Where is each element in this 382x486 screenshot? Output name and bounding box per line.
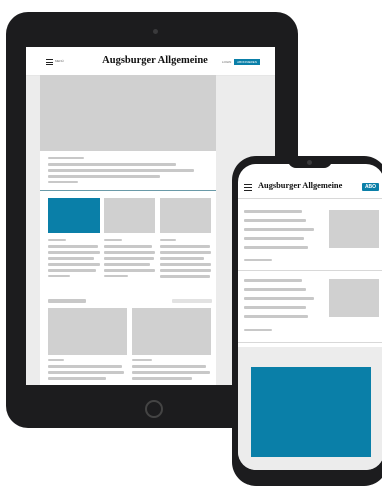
article-text-line[interactable] xyxy=(48,377,106,380)
hamburger-menu-icon[interactable] xyxy=(46,59,53,65)
teaser-meta xyxy=(244,329,272,331)
teaser-text-line[interactable] xyxy=(104,269,155,272)
teaser-text-line[interactable] xyxy=(160,251,211,254)
hero-kicker xyxy=(48,157,84,159)
teaser-divider xyxy=(238,270,382,271)
menu-label[interactable]: MENÜ xyxy=(55,59,64,63)
hero-headline-line[interactable] xyxy=(48,169,194,172)
teaser-meta xyxy=(104,275,128,277)
teaser-text-line[interactable] xyxy=(48,269,96,272)
section-more-link[interactable] xyxy=(172,299,212,303)
teaser-text-line[interactable] xyxy=(48,257,94,260)
site-logo[interactable]: Augsburger Allgemeine xyxy=(258,181,358,190)
teaser-text-line[interactable] xyxy=(104,263,150,266)
teaser-text-line[interactable] xyxy=(48,263,100,266)
teaser-kicker xyxy=(48,239,66,241)
hero-headline-line[interactable] xyxy=(48,175,160,178)
phone-camera xyxy=(307,160,312,165)
teaser-text-line[interactable] xyxy=(104,251,155,254)
subscribe-button[interactable]: ABO xyxy=(362,183,379,191)
teaser-headline-line[interactable] xyxy=(244,306,306,309)
teaser-text-line[interactable] xyxy=(48,245,98,248)
teaser-headline-line[interactable] xyxy=(244,228,314,231)
site-logo[interactable]: Augsburger Allgemeine xyxy=(100,55,210,66)
teaser-text-line[interactable] xyxy=(104,257,154,260)
tablet-main-column xyxy=(40,75,216,385)
teaser-kicker xyxy=(104,239,122,241)
section-title[interactable] xyxy=(48,299,86,303)
article-image-placeholder[interactable] xyxy=(132,308,211,355)
teaser-headline-line[interactable] xyxy=(244,315,308,318)
article-text-line[interactable] xyxy=(132,371,210,374)
tablet-home-button[interactable] xyxy=(145,400,163,418)
teaser-divider xyxy=(238,342,382,343)
header-divider xyxy=(238,198,382,199)
teaser-headline-line[interactable] xyxy=(244,279,302,282)
teaser-text-line[interactable] xyxy=(48,251,100,254)
teaser-meta xyxy=(48,275,70,277)
hamburger-menu-icon[interactable] xyxy=(244,184,252,192)
login-link[interactable]: LOGIN xyxy=(222,60,231,64)
teaser-text-line[interactable] xyxy=(160,269,211,272)
teaser-image-placeholder[interactable] xyxy=(329,279,379,317)
tablet-site-header: MENÜ Augsburger Allgemeine LOGIN ABONNIE… xyxy=(26,47,275,76)
hero-meta xyxy=(48,181,78,183)
article-kicker xyxy=(132,359,152,361)
teaser-image-highlight[interactable] xyxy=(48,198,100,233)
phone-screen: Augsburger Allgemeine ABO xyxy=(238,164,382,470)
teaser-headline-line[interactable] xyxy=(244,246,308,249)
teaser-text-line[interactable] xyxy=(160,263,211,266)
tablet-camera xyxy=(153,29,158,34)
hero-headline-line[interactable] xyxy=(48,163,176,166)
hero-image-placeholder[interactable] xyxy=(40,75,216,151)
article-image-placeholder[interactable] xyxy=(48,308,127,355)
teaser-text-line[interactable] xyxy=(160,275,210,278)
subscribe-button[interactable]: ABONNIEREN xyxy=(234,59,260,65)
article-text-line[interactable] xyxy=(132,365,206,368)
teaser-headline-line[interactable] xyxy=(244,219,306,222)
teaser-image-placeholder[interactable] xyxy=(104,198,155,233)
teaser-meta xyxy=(244,259,272,261)
section-divider xyxy=(40,190,216,191)
article-text-line[interactable] xyxy=(132,377,192,380)
teaser-image-placeholder[interactable] xyxy=(160,198,211,233)
teaser-text-line[interactable] xyxy=(160,245,210,248)
teaser-headline-line[interactable] xyxy=(244,288,306,291)
article-kicker xyxy=(48,359,64,361)
teaser-text-line[interactable] xyxy=(104,245,152,248)
article-text-line[interactable] xyxy=(48,365,122,368)
teaser-kicker xyxy=(160,239,176,241)
feature-image-highlight[interactable] xyxy=(251,367,371,457)
teaser-headline-line[interactable] xyxy=(244,210,302,213)
teaser-text-line[interactable] xyxy=(160,257,204,260)
teaser-headline-line[interactable] xyxy=(244,237,304,240)
teaser-headline-line[interactable] xyxy=(244,297,314,300)
teaser-image-placeholder[interactable] xyxy=(329,210,379,248)
article-text-line[interactable] xyxy=(48,371,124,374)
